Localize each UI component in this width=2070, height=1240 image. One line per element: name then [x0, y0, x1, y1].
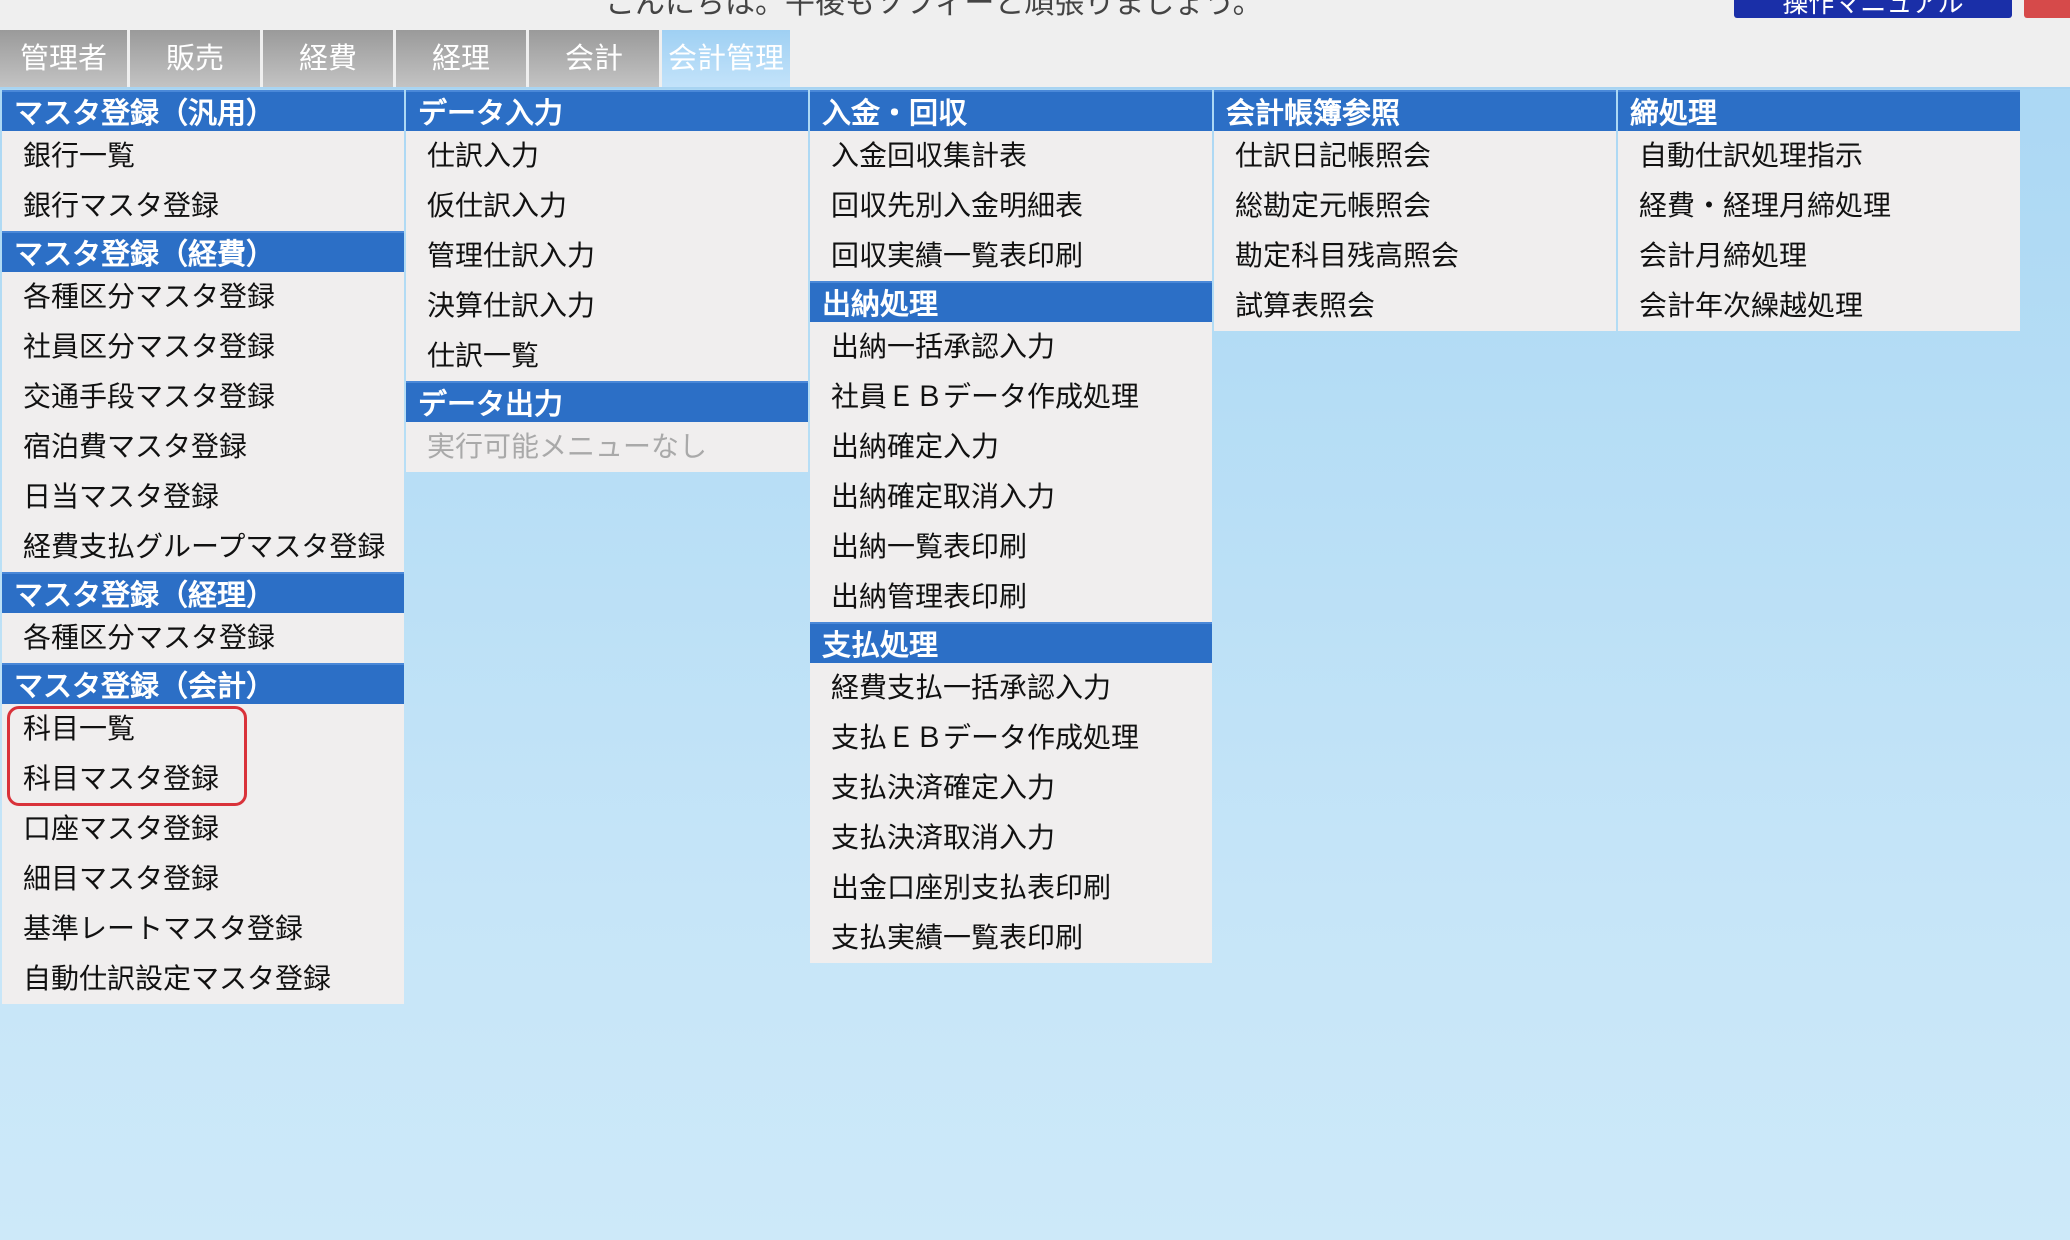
tab-sales[interactable]: 販売	[130, 30, 263, 87]
menu-item-cashier-confirm[interactable]: 出納確定入力	[810, 422, 1212, 472]
menu-item-lodging-master[interactable]: 宿泊費マスタ登録	[2, 422, 404, 472]
menu-item-payment-settlement-cancel[interactable]: 支払決済取消入力	[810, 813, 1212, 863]
menu-item-sub-account-master[interactable]: 細目マスタ登録	[2, 854, 404, 904]
tab-bookkeeping[interactable]: 経理	[396, 30, 529, 87]
main-tab-bar: 管理者 販売 経費 経理 会計 会計管理	[0, 30, 2070, 87]
menu-item-accounting-monthly-closing[interactable]: 会計月締処理	[1618, 231, 2020, 281]
menu-item-employee-category-master[interactable]: 社員区分マスタ登録	[2, 322, 404, 372]
menu-item-cashier-confirm-cancel[interactable]: 出納確定取消入力	[810, 472, 1212, 522]
menu-item-closing-journal-entry[interactable]: 決算仕訳入力	[406, 281, 808, 331]
menu-item-annual-carryover[interactable]: 会計年次繰越処理	[1618, 281, 2020, 331]
menu-item-payment-by-account-print[interactable]: 出金口座別支払表印刷	[810, 863, 1212, 913]
menu-item-journal-diary-inquiry[interactable]: 仕訳日記帳照会	[1214, 131, 1616, 181]
menu-item-receipt-summary[interactable]: 入金回収集計表	[810, 131, 1212, 181]
menu-item-category-master[interactable]: 各種区分マスタ登録	[2, 272, 404, 322]
menu-item-daily-allowance-master[interactable]: 日当マスタ登録	[2, 472, 404, 522]
section-header-payments: 支払処理	[810, 622, 1212, 663]
tab-accounting-management[interactable]: 会計管理	[662, 30, 793, 87]
menu-item-general-ledger-inquiry[interactable]: 総勘定元帳照会	[1214, 181, 1616, 231]
section-header-data-input: データ入力	[406, 90, 808, 131]
menu-item-payment-settlement-confirm[interactable]: 支払決済確定入力	[810, 763, 1212, 813]
menu-column-cash: 入金・回収 入金回収集計表 回収先別入金明細表 回収実績一覧表印刷 出納処理 出…	[810, 90, 1212, 963]
section-header-master-expense: マスタ登録（経費）	[2, 231, 404, 272]
menu-item-payment-eb-data[interactable]: 支払ＥＢデータ作成処理	[810, 713, 1212, 763]
menu-item-no-available-menu: 実行可能メニューなし	[406, 422, 808, 472]
menu-item-provisional-journal-entry[interactable]: 仮仕訳入力	[406, 181, 808, 231]
section-header-closing: 締処理	[1618, 90, 2020, 131]
menu-column-masters: マスタ登録（汎用） 銀行一覧 銀行マスタ登録 マスタ登録（経費） 各種区分マスタ…	[2, 90, 404, 1004]
menu-item-base-rate-master[interactable]: 基準レートマスタ登録	[2, 904, 404, 954]
menu-column-ledgers: 会計帳簿参照 仕訳日記帳照会 総勘定元帳照会 勘定科目残高照会 試算表照会	[1214, 90, 1616, 331]
menu-item-payment-report-print[interactable]: 支払実績一覧表印刷	[810, 913, 1212, 963]
menu-item-employee-eb-data[interactable]: 社員ＥＢデータ作成処理	[810, 372, 1212, 422]
menu-item-journal-list[interactable]: 仕訳一覧	[406, 331, 808, 381]
menu-item-expense-payment-group-master[interactable]: 経費支払グループマスタ登録	[2, 522, 404, 572]
menu-item-bank-list[interactable]: 銀行一覧	[2, 131, 404, 181]
menu-item-bank-account-master[interactable]: 口座マスタ登録	[2, 804, 404, 854]
section-header-master-bookkeeping: マスタ登録（経理）	[2, 572, 404, 613]
section-header-data-output: データ出力	[406, 381, 808, 422]
logout-button[interactable]	[2024, 0, 2070, 18]
menu-item-cashier-bulk-approval[interactable]: 出納一括承認入力	[810, 322, 1212, 372]
menu-item-bookkeeping-category-master[interactable]: 各種区分マスタ登録	[2, 613, 404, 663]
menu-item-management-journal-entry[interactable]: 管理仕訳入力	[406, 231, 808, 281]
tab-divider	[0, 87, 2070, 89]
menu-item-auto-journal-master[interactable]: 自動仕訳設定マスタ登録	[2, 954, 404, 1004]
section-header-ledger-reference: 会計帳簿参照	[1214, 90, 1616, 131]
section-header-master-accounting: マスタ登録（会計）	[2, 663, 404, 704]
tab-expense[interactable]: 経費	[263, 30, 396, 87]
tab-admin[interactable]: 管理者	[0, 30, 130, 87]
top-bar: こんにちは。午後もソフィーと頑張りましょう。 操作マニュアル	[0, 0, 2070, 30]
greeting-text: こんにちは。午後もソフィーと頑張りましょう。	[605, 0, 1263, 21]
menu-item-cashier-management-print[interactable]: 出納管理表印刷	[810, 572, 1212, 622]
menu-item-bank-master[interactable]: 銀行マスタ登録	[2, 181, 404, 231]
menu-item-collection-report-print[interactable]: 回収実績一覧表印刷	[810, 231, 1212, 281]
menu-item-transport-master[interactable]: 交通手段マスタ登録	[2, 372, 404, 422]
menu-item-cashier-list-print[interactable]: 出納一覧表印刷	[810, 522, 1212, 572]
menu-item-journal-entry[interactable]: 仕訳入力	[406, 131, 808, 181]
menu-item-auto-journal-instruction[interactable]: 自動仕訳処理指示	[1618, 131, 2020, 181]
operation-manual-button[interactable]: 操作マニュアル	[1734, 0, 2012, 18]
menu-item-trial-balance-inquiry[interactable]: 試算表照会	[1214, 281, 1616, 331]
section-header-master-general: マスタ登録（汎用）	[2, 90, 404, 131]
section-header-cashier: 出納処理	[810, 281, 1212, 322]
menu-item-receipt-detail-by-payer[interactable]: 回収先別入金明細表	[810, 181, 1212, 231]
menu-item-expense-payment-bulk-approval[interactable]: 経費支払一括承認入力	[810, 663, 1212, 713]
menu-column-data: データ入力 仕訳入力 仮仕訳入力 管理仕訳入力 決算仕訳入力 仕訳一覧 データ出…	[406, 90, 808, 472]
section-header-receipts: 入金・回収	[810, 90, 1212, 131]
tab-accounting[interactable]: 会計	[529, 30, 662, 87]
menu-item-account-balance-inquiry[interactable]: 勘定科目残高照会	[1214, 231, 1616, 281]
menu-item-expense-monthly-closing[interactable]: 経費・経理月締処理	[1618, 181, 2020, 231]
menu-column-closing: 締処理 自動仕訳処理指示 経費・経理月締処理 会計月締処理 会計年次繰越処理	[1618, 90, 2020, 331]
menu-item-account-master[interactable]: 科目マスタ登録	[2, 754, 404, 804]
menu-item-account-list[interactable]: 科目一覧	[2, 704, 404, 754]
